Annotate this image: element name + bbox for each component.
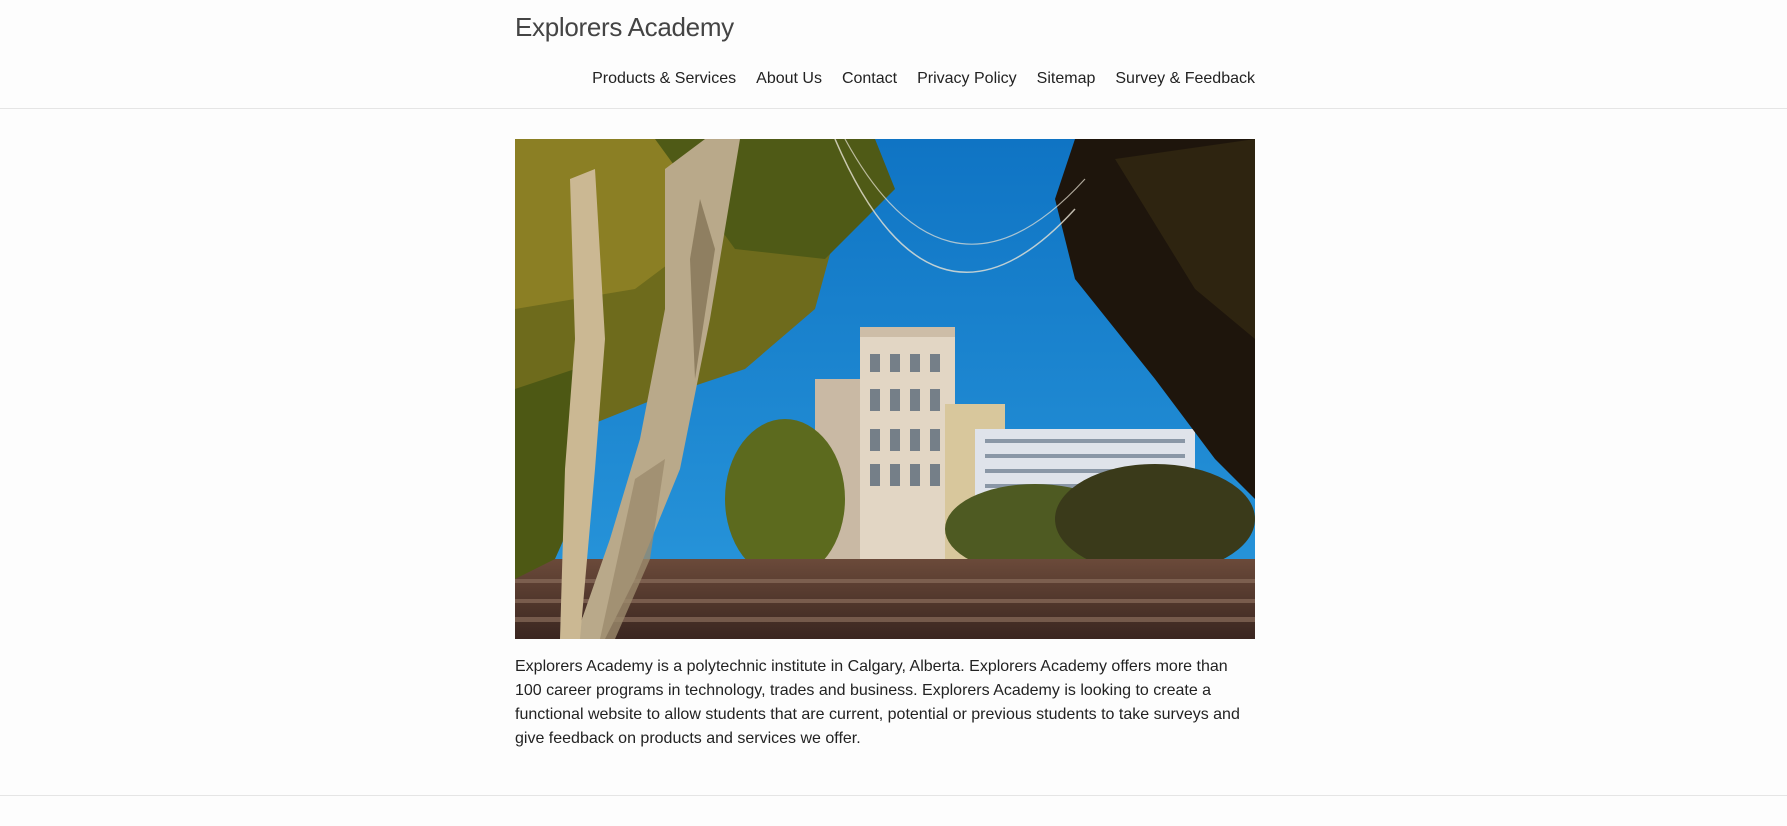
nav-item-contact: Contact — [842, 70, 897, 88]
nav-link-survey-feedback[interactable]: Survey & Feedback — [1115, 70, 1255, 87]
campus-photo — [515, 139, 1255, 639]
nav-item-about-us: About Us — [756, 70, 822, 88]
nav-item-survey-feedback: Survey & Feedback — [1115, 70, 1255, 88]
intro-paragraph: Explorers Academy is a polytechnic insti… — [515, 658, 1240, 747]
nav-item-products-services: Products & Services — [592, 70, 736, 88]
site-header: Explorers Academy Products & Services Ab… — [0, 0, 1787, 109]
site-title[interactable]: Explorers Academy — [515, 12, 734, 43]
nav-link-sitemap[interactable]: Sitemap — [1037, 70, 1096, 87]
nav-link-contact[interactable]: Contact — [842, 70, 897, 87]
nav-link-products-services[interactable]: Products & Services — [592, 70, 736, 87]
main-nav: Products & Services About Us Contact Pri… — [592, 70, 1255, 88]
hero-image — [515, 139, 1255, 639]
nav-link-privacy-policy[interactable]: Privacy Policy — [917, 70, 1017, 87]
nav-item-sitemap: Sitemap — [1037, 70, 1096, 88]
nav-link-about-us[interactable]: About Us — [756, 70, 822, 87]
nav-item-privacy-policy: Privacy Policy — [917, 70, 1017, 88]
footer-divider — [0, 795, 1787, 796]
